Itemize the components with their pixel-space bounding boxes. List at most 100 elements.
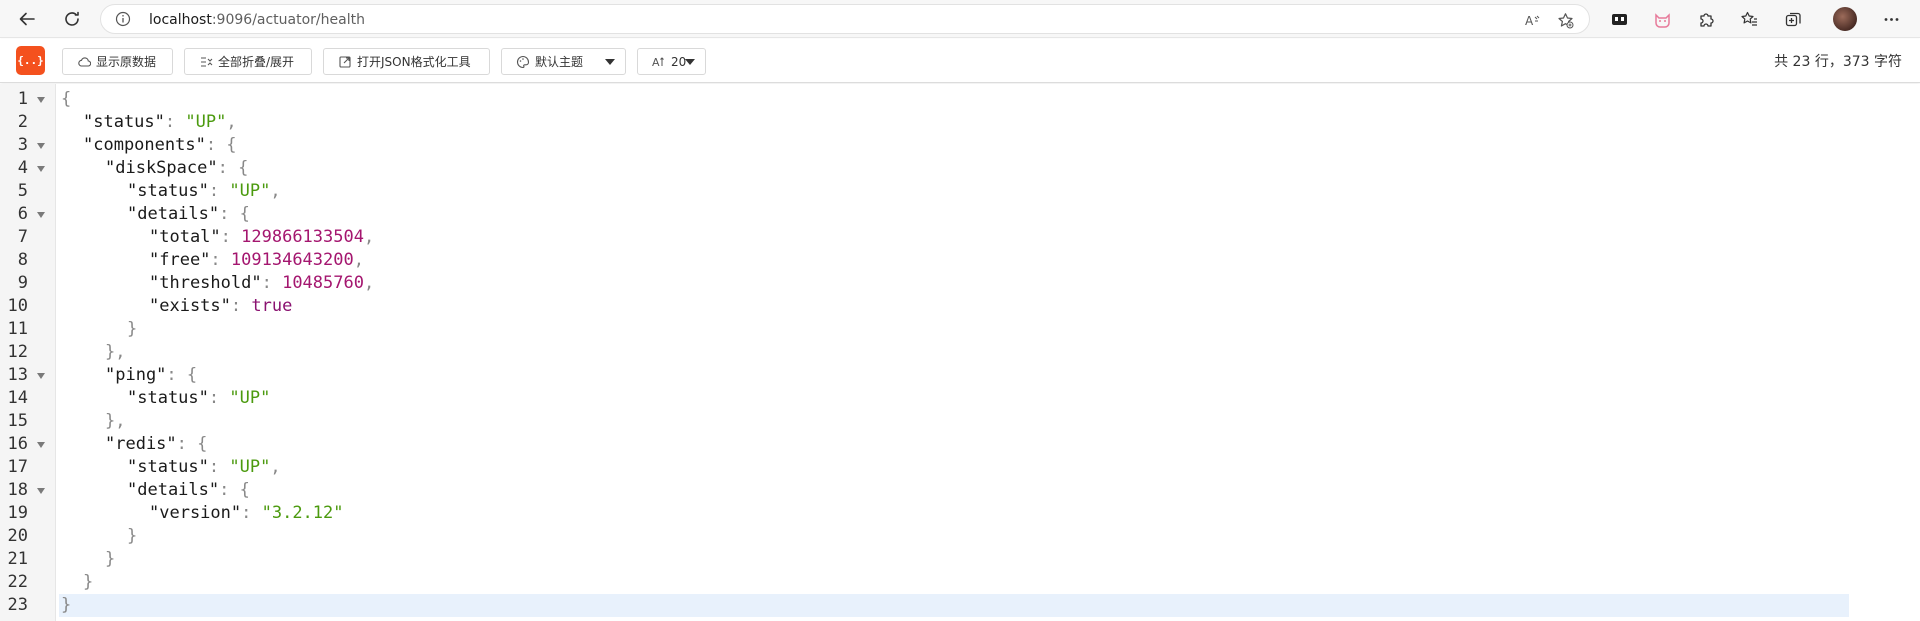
theme-select-value: 默认主题: [535, 55, 584, 69]
cloud-icon: [78, 56, 91, 67]
line-number: 21: [7, 549, 28, 569]
code-line[interactable]: 22}: [0, 571, 1920, 594]
open-json-tool-button[interactable]: 打开JSON格式化工具: [323, 48, 490, 75]
code-line[interactable]: 16 "redis": {: [0, 433, 1920, 456]
fold-icon: [201, 56, 213, 67]
json-viewer-logo[interactable]: {..}: [16, 46, 45, 75]
code-line[interactable]: 12},: [0, 341, 1920, 364]
code-text: }: [59, 571, 1849, 594]
code-line[interactable]: 13 "ping": {: [0, 364, 1920, 387]
line-number: 16: [7, 434, 28, 454]
code-line[interactable]: 5 "status": "UP",: [0, 180, 1920, 203]
json-key: "status": [83, 112, 165, 132]
external-link-icon: [339, 55, 351, 68]
fold-toggle-icon[interactable]: [37, 143, 45, 149]
favorite-add-icon[interactable]: [1555, 10, 1575, 30]
json-key: "total": [149, 227, 221, 247]
json-punctuation: ,: [270, 181, 281, 201]
url-text[interactable]: localhost:9096/actuator/health: [149, 11, 365, 29]
line-number: 14: [7, 388, 28, 408]
code-line[interactable]: 14 "status": "UP": [0, 387, 1920, 410]
code-line[interactable]: 4 "diskSpace": {: [0, 157, 1920, 180]
json-punctuation: ,: [363, 227, 375, 247]
favorites-icon[interactable]: [1735, 5, 1763, 33]
json-punctuation: :: [230, 296, 252, 316]
collections-icon[interactable]: [1779, 5, 1807, 33]
json-key: "components": [83, 135, 206, 155]
code-line[interactable]: 15},: [0, 410, 1920, 433]
code-text: }: [59, 525, 1849, 548]
code-line[interactable]: 18 "details": {: [0, 479, 1920, 502]
line-number: 1: [17, 89, 28, 109]
line-number: 8: [17, 250, 28, 270]
read-aloud-icon[interactable]: A: [1522, 10, 1542, 30]
json-punctuation: {: [61, 89, 72, 109]
json-key: "exists": [149, 296, 231, 316]
json-punctuation: :: [241, 503, 262, 523]
code-line[interactable]: 6 "details": {: [0, 203, 1920, 226]
json-number-value: 109134643200: [230, 250, 354, 270]
code-line[interactable]: 7 "total": 129866133504,: [0, 226, 1920, 249]
json-punctuation: ,: [363, 273, 375, 293]
code-line[interactable]: 21}: [0, 548, 1920, 571]
fold-toggle-icon[interactable]: [37, 442, 45, 448]
font-size-value: 20: [671, 54, 687, 69]
code-text: }: [59, 548, 1849, 571]
code-line[interactable]: 3 "components": {: [0, 134, 1920, 157]
back-button[interactable]: [13, 5, 41, 33]
json-punctuation: ,: [270, 457, 281, 477]
code-text: "status": "UP",: [59, 180, 1849, 203]
code-line[interactable]: 19 "version": "3.2.12": [0, 502, 1920, 525]
line-number: 20: [7, 526, 28, 546]
line-number: 10: [7, 296, 28, 316]
json-punctuation: }: [83, 572, 94, 592]
url-path: :9096/actuator/health: [211, 12, 365, 28]
json-punctuation: :: [208, 388, 230, 408]
refresh-button[interactable]: [58, 5, 86, 33]
chevron-down-icon: [685, 59, 695, 65]
code-text: "status": "UP",: [59, 111, 1849, 134]
code-text: "diskSpace": {: [59, 157, 1849, 180]
cat-extension-icon[interactable]: [1648, 5, 1676, 33]
fold-toggle-icon[interactable]: [37, 97, 45, 103]
extension-icon[interactable]: [1605, 5, 1633, 33]
json-key: "status": [127, 457, 209, 477]
fold-all-button[interactable]: 全部折叠/展开: [184, 48, 312, 75]
font-size-select[interactable]: A 20: [637, 48, 706, 75]
extensions-puzzle-icon[interactable]: [1692, 5, 1720, 33]
line-number: 23: [7, 595, 28, 615]
code-line[interactable]: 2 "status": "UP",: [0, 111, 1920, 134]
profile-avatar[interactable]: [1833, 7, 1857, 31]
code-line[interactable]: 20}: [0, 525, 1920, 548]
fold-toggle-icon[interactable]: [37, 488, 45, 494]
code-line[interactable]: 9 "threshold": 10485760,: [0, 272, 1920, 295]
code-line[interactable]: 23}: [0, 594, 1920, 617]
json-punctuation: }: [127, 526, 138, 546]
code-text: "exists": true: [59, 295, 1849, 318]
code-text: "redis": {: [59, 433, 1849, 456]
code-line[interactable]: 8 "free": 109134643200,: [0, 249, 1920, 272]
palette-icon: [517, 55, 530, 68]
show-raw-data-button[interactable]: 显示原数据: [62, 48, 173, 75]
address-bar[interactable]: localhost:9096/actuator/health A: [100, 4, 1590, 34]
json-editor[interactable]: 1{2 "status": "UP", 3 "components": {4 "disk…: [0, 84, 1920, 621]
code-line[interactable]: 1{: [0, 88, 1920, 111]
more-menu-icon[interactable]: [1877, 5, 1905, 33]
code-line[interactable]: 10 "exists": true: [0, 295, 1920, 318]
code-text: }: [59, 594, 1849, 617]
json-punctuation: },: [105, 411, 126, 431]
code-text: "status": "UP": [59, 387, 1849, 410]
code-text: },: [59, 341, 1849, 364]
fold-toggle-icon[interactable]: [37, 166, 45, 172]
info-icon[interactable]: [115, 11, 131, 27]
line-number: 6: [17, 204, 28, 224]
fold-all-label: 全部折叠/展开: [218, 55, 295, 69]
json-key: "details": [127, 480, 220, 500]
fold-toggle-icon[interactable]: [37, 373, 45, 379]
code-line[interactable]: 11}: [0, 318, 1920, 341]
code-text: "components": {: [59, 134, 1849, 157]
code-line[interactable]: 17 "status": "UP",: [0, 456, 1920, 479]
theme-select[interactable]: 默认主题: [501, 48, 626, 75]
line-number: 5: [17, 181, 28, 201]
fold-toggle-icon[interactable]: [37, 212, 45, 218]
